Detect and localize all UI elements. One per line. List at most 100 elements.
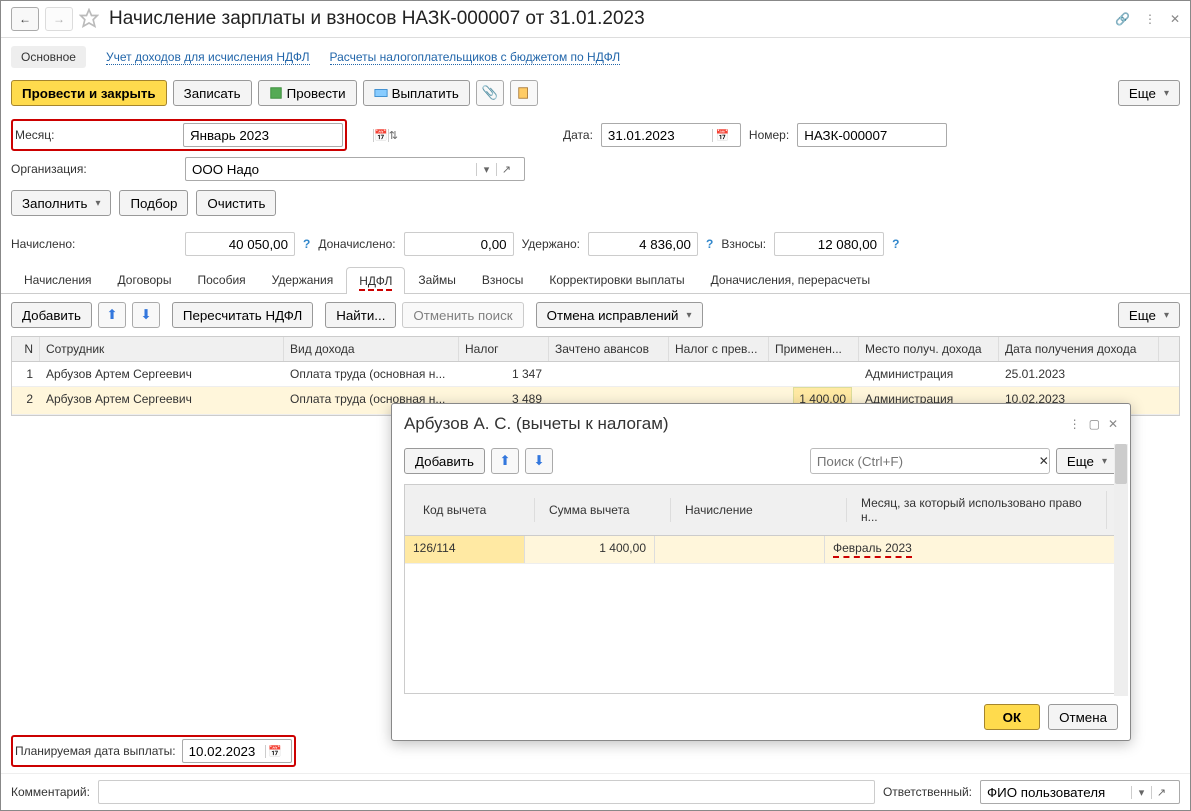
date-input[interactable] bbox=[602, 124, 712, 146]
subnav-income[interactable]: Учет доходов для исчисления НДФЛ bbox=[106, 50, 310, 65]
calendar-icon[interactable]: 📅 bbox=[712, 129, 732, 142]
accrued-value[interactable] bbox=[185, 232, 295, 256]
comment-label: Комментарий: bbox=[11, 785, 90, 799]
dropdown-icon[interactable]: ▾ bbox=[1131, 786, 1151, 799]
contrib-value[interactable] bbox=[774, 232, 884, 256]
responsible-label: Ответственный: bbox=[883, 785, 972, 799]
tabs: Начисления Договоры Пособия Удержания НД… bbox=[1, 266, 1190, 294]
comment-input[interactable] bbox=[98, 780, 875, 804]
col-employee[interactable]: Сотрудник bbox=[40, 337, 284, 361]
clear-search-icon[interactable]: ✕ bbox=[1039, 454, 1049, 468]
col-place[interactable]: Место получ. дохода bbox=[859, 337, 999, 361]
open-icon[interactable]: ↗ bbox=[496, 163, 516, 176]
responsible-input[interactable] bbox=[981, 781, 1131, 803]
deductions-popup: Арбузов А. С. (вычеты к налогам) ⋮ ▢ ✕ Д… bbox=[391, 403, 1131, 741]
withheld-value[interactable] bbox=[588, 232, 698, 256]
find-button[interactable]: Найти... bbox=[325, 302, 396, 328]
tab-contracts[interactable]: Договоры bbox=[105, 266, 185, 293]
withheld-label: Удержано: bbox=[522, 237, 580, 251]
tab-loans[interactable]: Займы bbox=[405, 266, 469, 293]
popup-more-button[interactable]: Еще bbox=[1056, 448, 1118, 474]
favorite-icon[interactable] bbox=[79, 8, 99, 31]
col-code[interactable]: Код вычета bbox=[415, 498, 535, 522]
col-month[interactable]: Месяц, за который использовано право н..… bbox=[853, 491, 1107, 529]
accrued-label: Начислено: bbox=[11, 237, 177, 251]
plan-date-label: Планируемая дата выплаты: bbox=[15, 744, 176, 758]
subnav-main[interactable]: Основное bbox=[11, 46, 86, 68]
col-accrual[interactable]: Начисление bbox=[677, 498, 847, 522]
col-sum[interactable]: Сумма вычета bbox=[541, 498, 671, 522]
calendar-icon[interactable]: 📅 bbox=[265, 745, 285, 758]
link-icon[interactable]: 🔗 bbox=[1115, 12, 1130, 26]
move-down-button[interactable]: ⬇ bbox=[132, 302, 160, 328]
select-button[interactable]: Подбор bbox=[119, 190, 188, 216]
popup-title: Арбузов А. С. (вычеты к налогам) bbox=[404, 414, 1061, 434]
cancel-fix-button[interactable]: Отмена исправлений bbox=[536, 302, 703, 328]
close-icon[interactable]: ✕ bbox=[1170, 12, 1180, 26]
extra-value[interactable] bbox=[404, 232, 514, 256]
month-input[interactable] bbox=[184, 124, 373, 146]
dropdown-icon[interactable]: ▾ bbox=[476, 163, 496, 176]
help-icon[interactable]: ? bbox=[303, 237, 310, 251]
nav-back[interactable]: ← bbox=[11, 7, 39, 31]
month-label: Месяц: bbox=[15, 128, 175, 142]
ok-button[interactable]: ОК bbox=[984, 704, 1041, 730]
recalc-button[interactable]: Пересчитать НДФЛ bbox=[172, 302, 313, 328]
tab-contrib[interactable]: Взносы bbox=[469, 266, 536, 293]
attach-button[interactable]: 📎 bbox=[476, 80, 504, 106]
extra-label: Доначислено: bbox=[318, 237, 395, 251]
write-button[interactable]: Записать bbox=[173, 80, 252, 106]
subnav-budget[interactable]: Расчеты налогоплательщиков с бюджетом по… bbox=[330, 50, 621, 65]
maximize-icon[interactable]: ▢ bbox=[1089, 417, 1100, 431]
col-tax[interactable]: Налог bbox=[459, 337, 549, 361]
reports-button[interactable] bbox=[510, 80, 538, 106]
kebab-icon[interactable]: ⋮ bbox=[1069, 417, 1081, 431]
col-excess[interactable]: Налог с прев... bbox=[669, 337, 769, 361]
close-icon[interactable]: ✕ bbox=[1108, 417, 1118, 431]
clear-button[interactable]: Очистить bbox=[196, 190, 276, 216]
col-income-type[interactable]: Вид дохода bbox=[284, 337, 459, 361]
cancel-button[interactable]: Отмена bbox=[1048, 704, 1118, 730]
spinner-icon[interactable]: ⇅ bbox=[388, 129, 398, 142]
tab-deductions[interactable]: Удержания bbox=[259, 266, 347, 293]
post-close-button[interactable]: Провести и закрыть bbox=[11, 80, 167, 106]
org-label: Организация: bbox=[11, 162, 177, 176]
move-up-button[interactable]: ⬆ bbox=[98, 302, 126, 328]
table-row[interactable]: 1 Арбузов Артем Сергеевич Оплата труда (… bbox=[12, 362, 1179, 387]
move-up-button[interactable]: ⬆ bbox=[491, 448, 519, 474]
kebab-icon[interactable]: ⋮ bbox=[1144, 12, 1156, 26]
help-icon[interactable]: ? bbox=[892, 237, 899, 251]
move-down-button[interactable]: ⬇ bbox=[525, 448, 553, 474]
add-button[interactable]: Добавить bbox=[11, 302, 92, 328]
tab-benefits[interactable]: Пособия bbox=[184, 266, 258, 293]
sub-more-button[interactable]: Еще bbox=[1118, 302, 1180, 328]
tab-corrections[interactable]: Корректировки выплаты bbox=[536, 266, 697, 293]
col-advance[interactable]: Зачтено авансов bbox=[549, 337, 669, 361]
tab-accruals[interactable]: Начисления bbox=[11, 266, 105, 293]
help-icon[interactable]: ? bbox=[706, 237, 713, 251]
page-title: Начисление зарплаты и взносов НАЗК-00000… bbox=[109, 8, 1101, 30]
more-button[interactable]: Еще bbox=[1118, 80, 1180, 106]
col-income-date[interactable]: Дата получения дохода bbox=[999, 337, 1159, 361]
col-n[interactable]: N bbox=[12, 337, 40, 361]
date-label: Дата: bbox=[563, 128, 593, 142]
contrib-label: Взносы: bbox=[721, 237, 766, 251]
calendar-icon[interactable]: 📅 bbox=[373, 129, 388, 142]
popup-search-input[interactable] bbox=[811, 454, 1039, 469]
popup-table-row[interactable]: 126/114 1 400,00 Февраль 2023 bbox=[405, 536, 1117, 564]
tab-recalc[interactable]: Доначисления, перерасчеты bbox=[698, 266, 883, 293]
cancel-find-button[interactable]: Отменить поиск bbox=[402, 302, 523, 328]
org-input[interactable] bbox=[186, 158, 476, 180]
fill-button[interactable]: Заполнить bbox=[11, 190, 111, 216]
popup-scrollbar[interactable] bbox=[1114, 444, 1128, 696]
col-applied[interactable]: Применен... bbox=[769, 337, 859, 361]
tab-ndfl[interactable]: НДФЛ bbox=[346, 267, 405, 294]
post-button[interactable]: Провести bbox=[258, 80, 357, 106]
open-icon[interactable]: ↗ bbox=[1151, 786, 1171, 799]
pay-button[interactable]: Выплатить bbox=[363, 80, 470, 106]
plan-date-input[interactable] bbox=[183, 740, 265, 762]
nav-forward[interactable]: → bbox=[45, 7, 73, 31]
popup-add-button[interactable]: Добавить bbox=[404, 448, 485, 474]
number-input[interactable] bbox=[798, 124, 938, 146]
number-label: Номер: bbox=[749, 128, 789, 142]
